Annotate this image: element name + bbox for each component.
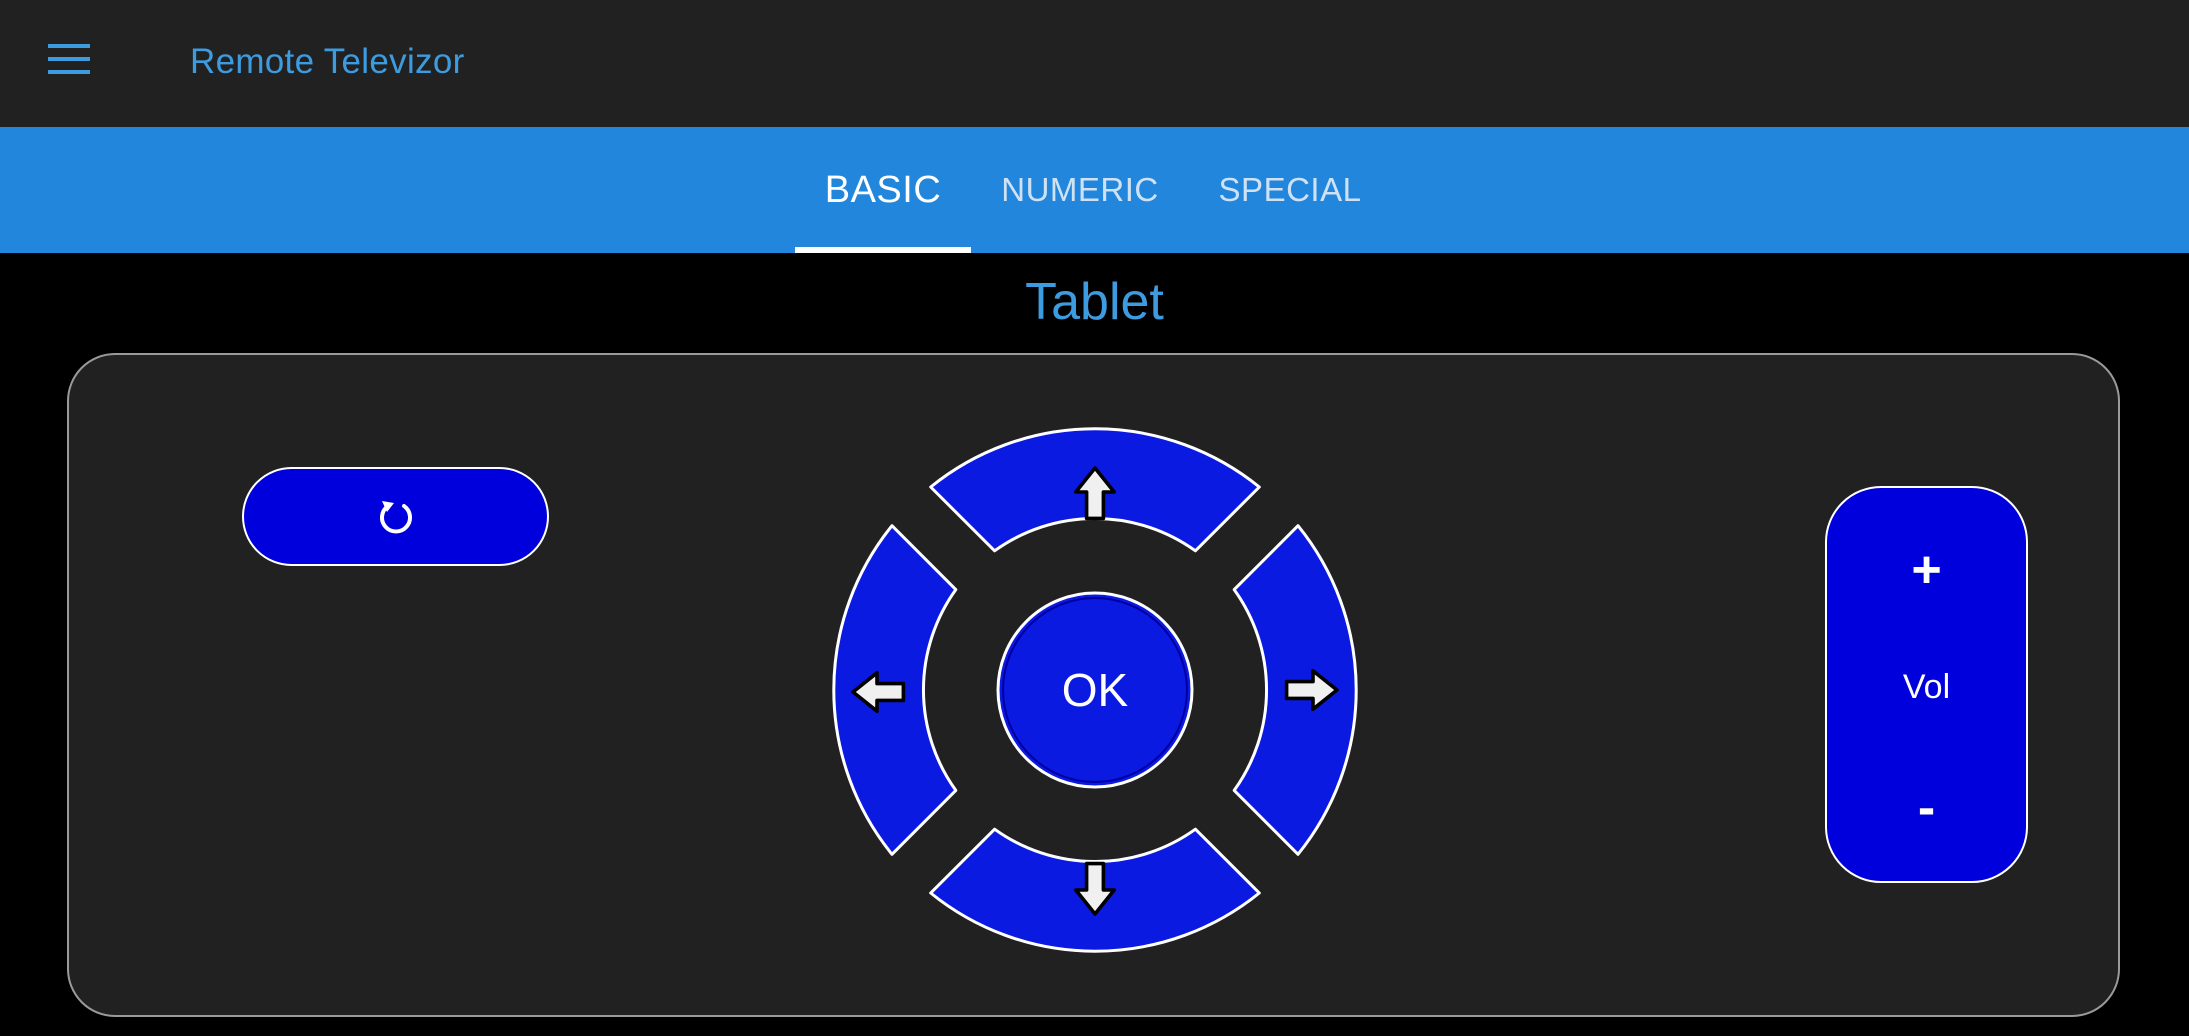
dpad-down-button[interactable] — [929, 827, 1261, 953]
dpad-up-button[interactable] — [929, 427, 1261, 553]
app-toolbar: Remote Televizor — [0, 0, 2189, 127]
tab-special[interactable]: SPECIAL — [1200, 127, 1380, 253]
volume-control: + Vol - — [1825, 486, 2028, 883]
dpad-left-button[interactable] — [832, 524, 958, 856]
dpad-right-button[interactable] — [1232, 524, 1358, 856]
volume-label: Vol — [1902, 668, 1951, 706]
ok-label: OK — [1062, 664, 1129, 716]
menu-button[interactable] — [40, 38, 108, 90]
app-root: Remote Televizor BASIC NUMERIC SPECIAL T… — [0, 0, 2189, 1036]
tab-basic[interactable]: BASIC — [795, 127, 971, 253]
device-name: Tablet — [1025, 273, 1164, 331]
app-title: Remote Televizor — [190, 42, 465, 81]
hamburger-menu-icon — [48, 44, 90, 74]
dpad: OK — [820, 415, 1370, 965]
ok-button[interactable]: OK — [996, 591, 1194, 789]
active-tab-indicator — [795, 247, 971, 253]
back-button[interactable] — [242, 467, 549, 566]
volume-down-button[interactable]: - — [1827, 778, 2026, 838]
tab-bar: BASIC NUMERIC SPECIAL — [0, 127, 2189, 253]
tab-numeric[interactable]: NUMERIC — [990, 127, 1170, 253]
volume-up-button[interactable]: + — [1827, 540, 2026, 600]
refresh-icon — [379, 500, 412, 533]
